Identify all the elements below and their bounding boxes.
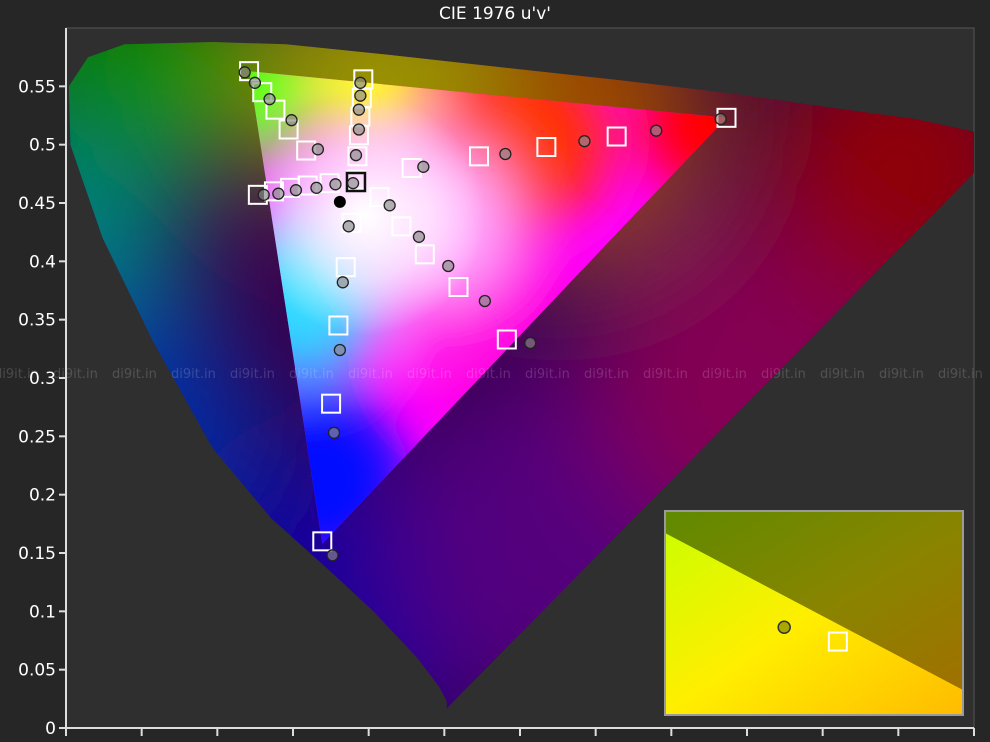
watermark-text: di9it.in <box>348 367 393 382</box>
measured-point <box>333 343 347 357</box>
y-tick-label: 0.15 <box>18 544 56 564</box>
measured-point <box>412 230 426 243</box>
watermark-text: di9it.in <box>466 367 511 382</box>
watermark-text: di9it.in <box>879 367 924 382</box>
y-tick-label: 0.2 <box>29 486 56 506</box>
current-point-dot <box>333 195 346 208</box>
watermark-text: di9it.in <box>643 367 688 382</box>
inset-measured-point <box>777 620 791 635</box>
watermark-text: di9it.in <box>525 367 570 382</box>
y-tick-label: 0.45 <box>18 194 56 214</box>
measured-point <box>714 112 727 126</box>
measured-point <box>285 114 298 127</box>
measured-point <box>248 76 262 89</box>
measured-point <box>352 103 366 116</box>
y-tick-label: 0 <box>45 719 56 739</box>
watermark-text: di9it.in <box>53 367 98 382</box>
measured-point <box>578 135 591 148</box>
measured-point <box>310 181 323 194</box>
measured-point <box>326 549 339 562</box>
measured-point <box>478 294 492 308</box>
measured-point <box>650 124 663 137</box>
measured-point <box>257 188 270 201</box>
current-point <box>333 195 346 208</box>
measured-point <box>417 160 430 173</box>
measured-point <box>342 220 355 233</box>
measured-point <box>499 147 512 161</box>
measured-point <box>289 184 303 197</box>
measured-point <box>524 336 537 350</box>
y-tick-label: 0.4 <box>29 252 56 272</box>
y-tick-label: 0.35 <box>18 311 56 331</box>
watermark-text: di9it.in <box>230 367 275 382</box>
zoom-inset <box>664 510 964 716</box>
chart-root: CIE 1976 u'v' i9it.in di9it.in di9it.in … <box>0 0 990 742</box>
y-tick-label: 0.1 <box>29 602 56 622</box>
measured-point <box>311 143 325 156</box>
measured-point <box>336 276 349 289</box>
watermark-text: di9it.in <box>938 367 983 382</box>
measured-point <box>329 178 342 191</box>
measured-point <box>354 89 367 102</box>
y-tick-label: 0.05 <box>18 661 56 681</box>
watermark-text: di9it.in <box>761 367 806 382</box>
y-tick-label: 0.5 <box>29 136 56 156</box>
measured-point <box>442 259 455 273</box>
measured-point <box>383 199 396 212</box>
measured-point <box>263 93 276 106</box>
measured-point <box>272 187 285 200</box>
y-tick-label: 0.25 <box>18 427 56 447</box>
watermark-text: di9it.in <box>171 367 216 382</box>
y-tick-label: 0.3 <box>29 369 56 389</box>
measured-point <box>354 76 367 89</box>
watermark-text: di9it.in <box>112 367 157 382</box>
measured-point <box>346 177 360 190</box>
cie-chart: CIE 1976 u'v' i9it.in di9it.in di9it.in … <box>0 0 990 742</box>
measured-point <box>349 149 363 162</box>
watermark-text: di9it.in <box>584 367 629 382</box>
y-tick-label: 0.55 <box>18 77 56 97</box>
watermark-row: di9it.in di9it.in di9it.in di9it.in di9it.in… <box>0 367 983 382</box>
measured-point <box>238 66 251 79</box>
watermark-text: di9it.in <box>289 367 334 382</box>
chart-title: CIE 1976 u'v' <box>439 4 551 24</box>
measured-point <box>352 123 366 136</box>
watermark-text: di9it.in <box>820 367 865 382</box>
watermark-text: di9it.in <box>407 367 452 382</box>
watermark-text: di9it.in <box>702 367 747 382</box>
measured-point <box>327 426 341 439</box>
